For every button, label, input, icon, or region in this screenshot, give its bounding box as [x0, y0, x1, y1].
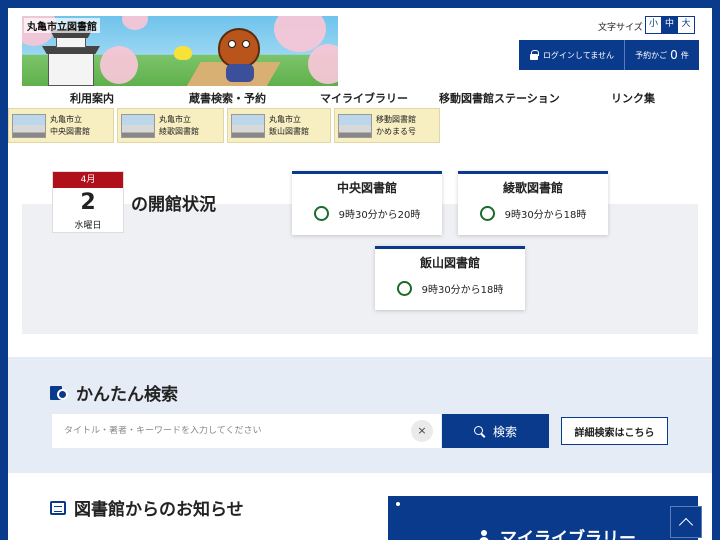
- nav-item-links[interactable]: リンク集: [611, 90, 655, 106]
- decorative-dot: [396, 502, 400, 506]
- login-status-label: ログインしてません: [542, 50, 615, 60]
- quick-search-title: かんたん検索: [76, 385, 178, 405]
- date-day: 2: [80, 190, 96, 215]
- font-size-large-button[interactable]: 大: [678, 17, 694, 33]
- open-status-icon: [396, 281, 412, 296]
- library-photo: [121, 113, 155, 138]
- branch-line1: 丸亀市立: [159, 114, 191, 124]
- search-button[interactable]: 検索: [442, 414, 549, 448]
- lock-icon: [529, 50, 539, 60]
- date-card: 4月 2 水曜日: [52, 171, 124, 233]
- font-size-label: 文字サイズ: [598, 23, 643, 33]
- date-month: 4月: [53, 172, 123, 188]
- branch-link-central[interactable]: 丸亀市立 中央図書館: [8, 108, 114, 143]
- cart-label: 予約かご: [635, 50, 668, 60]
- heart-icon: [174, 46, 192, 60]
- branch-line1: 丸亀市立: [269, 114, 301, 124]
- mascot-illustration: [218, 28, 260, 68]
- nav-item-guide[interactable]: 利用案内: [70, 90, 114, 106]
- library-name: 飯山図書館: [419, 256, 480, 270]
- branch-line2: 中央図書館: [50, 126, 90, 136]
- open-status-icon: [313, 206, 329, 221]
- page: 丸亀市立図書館 文字サイズ 小 中 大 ログインしてません 予約かご 0 件 利…: [8, 8, 712, 540]
- book-search-icon: [50, 384, 68, 402]
- nav-item-search[interactable]: 蔵書検索・予約: [189, 90, 266, 106]
- mylibrary-label: マイライブラリー: [500, 529, 636, 540]
- branch-line2: かめまる号: [376, 126, 416, 136]
- library-photo: [231, 113, 265, 138]
- library-hours: 9時30分から18時: [504, 210, 587, 221]
- font-size-small-button[interactable]: 小: [646, 17, 662, 33]
- account-bar: ログインしてません 予約かご 0 件: [519, 40, 699, 70]
- library-name: 綾歌図書館: [502, 181, 563, 195]
- quick-search-heading: かんたん検索: [50, 380, 178, 405]
- site-title: 丸亀市立図書館: [24, 18, 100, 33]
- main-nav: 利用案内 蔵書検索・予約 マイライブラリー 移動図書館ステーション リンク集: [8, 88, 712, 106]
- branch-line1: 丸亀市立: [50, 114, 82, 124]
- reservation-cart-button[interactable]: 予約かご 0 件: [625, 40, 699, 70]
- branch-line2: 飯山図書館: [269, 126, 309, 136]
- news-heading: 図書館からのお知らせ: [50, 495, 244, 520]
- branch-link-mobile[interactable]: 移動図書館かめまる号: [334, 108, 440, 143]
- branch-link-hanzan[interactable]: 丸亀市立 飯山図書館: [227, 108, 331, 143]
- date-weekday: 水曜日: [74, 221, 102, 231]
- news-title: 図書館からのお知らせ: [74, 500, 244, 520]
- library-status-card-central: 中央図書館 9時30分から20時: [292, 171, 442, 235]
- nav-item-mobile-stations[interactable]: 移動図書館ステーション: [439, 90, 560, 106]
- font-size-medium-button[interactable]: 中: [662, 17, 678, 33]
- page-top-button[interactable]: [670, 506, 702, 538]
- branch-line1: 移動図書館: [376, 114, 416, 124]
- cart-count: 0: [670, 48, 678, 62]
- search-button-label: 検索: [492, 424, 517, 439]
- search-input[interactable]: [64, 426, 394, 436]
- mylibrary-panel[interactable]: マイライブラリー: [388, 496, 698, 540]
- bookmobile-photo: [338, 113, 372, 138]
- branch-link-ayauta[interactable]: 丸亀市立 綾歌図書館: [117, 108, 224, 143]
- nav-item-mylibrary[interactable]: マイライブラリー: [320, 90, 408, 106]
- news-icon: [50, 500, 66, 515]
- advanced-search-button[interactable]: 詳細検索はこちら: [561, 417, 668, 445]
- library-status-card-hanzan: 飯山図書館 9時30分から18時: [375, 246, 525, 310]
- search-box: [52, 414, 441, 448]
- site-logo-banner[interactable]: 丸亀市立図書館: [22, 16, 338, 86]
- library-photo: [12, 113, 46, 138]
- branch-line2: 綾歌図書館: [159, 126, 199, 136]
- library-name: 中央図書館: [336, 181, 397, 195]
- search-icon: [473, 425, 485, 437]
- open-status-icon: [479, 206, 495, 221]
- clear-search-button[interactable]: ×: [411, 420, 433, 442]
- font-size-switch: 小 中 大: [645, 16, 695, 34]
- library-hours: 9時30分から20時: [338, 210, 421, 221]
- cart-unit: 件: [680, 50, 689, 60]
- login-button[interactable]: ログインしてません: [519, 40, 625, 70]
- opening-status-title: の開館状況: [131, 195, 216, 215]
- library-status-card-ayauta: 綾歌図書館 9時30分から18時: [458, 171, 608, 235]
- library-hours: 9時30分から18時: [421, 285, 504, 296]
- person-icon: [478, 529, 490, 540]
